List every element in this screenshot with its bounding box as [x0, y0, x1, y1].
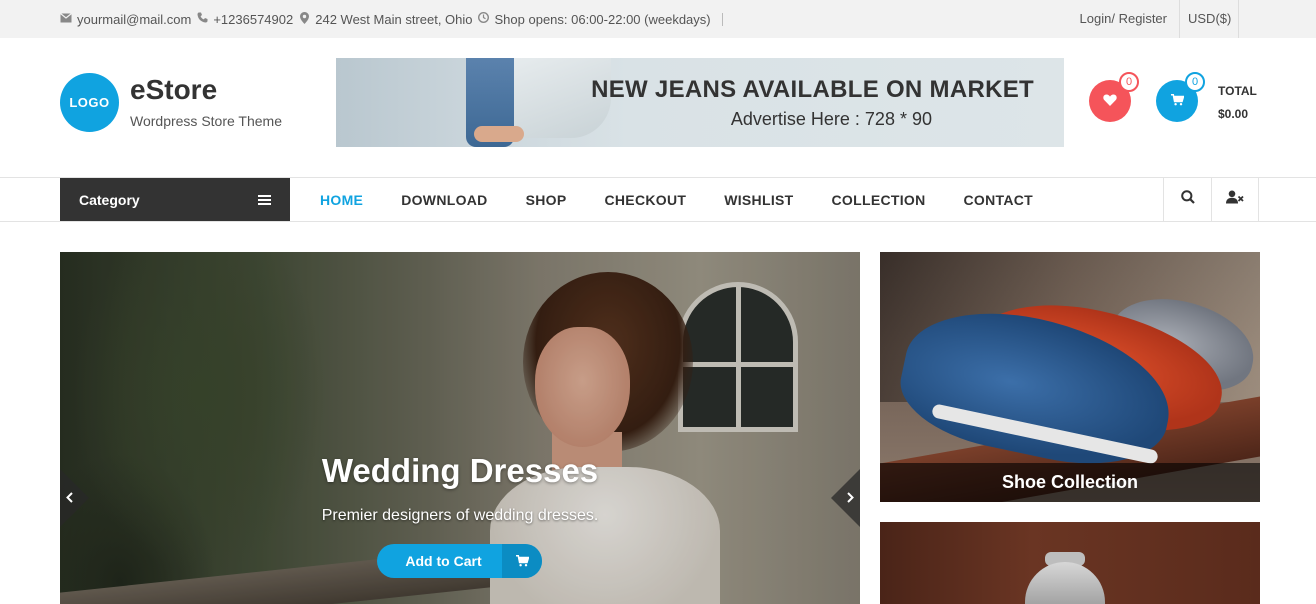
user-account-button[interactable] — [1211, 178, 1259, 221]
banner-title: NEW JEANS AVAILABLE ON MARKET — [591, 76, 1034, 103]
login-register-link[interactable]: Login/ Register — [1068, 0, 1179, 38]
contact-info: yourmail@mail.com +1236574902 242 West M… — [60, 0, 723, 38]
advertisement-banner[interactable]: NEW JEANS AVAILABLE ON MARKET Advertise … — [336, 58, 1064, 147]
cart-total-label: TOTAL — [1218, 84, 1257, 98]
nav-item-collection[interactable]: COLLECTION — [832, 192, 926, 208]
hero-slider[interactable]: Wedding Dresses Premier designers of wed… — [60, 252, 860, 604]
map-marker-icon — [298, 11, 310, 27]
clock-icon — [478, 11, 490, 26]
nav-item-contact[interactable]: CONTACT — [964, 192, 1034, 208]
chevron-left-icon — [66, 490, 73, 506]
add-to-cart-label: Add to Cart — [405, 553, 482, 569]
banner-subtitle: Advertise Here : 728 * 90 — [730, 109, 932, 129]
nav-item-home[interactable]: HOME — [320, 192, 363, 208]
user-x-icon — [1226, 190, 1244, 209]
nav-item-shop[interactable]: SHOP — [526, 192, 567, 208]
nav-tools — [1163, 178, 1259, 221]
main-navigation: Category HOME DOWNLOAD SHOP CHECKOUT WIS… — [0, 177, 1316, 222]
slide-title: Wedding Dresses — [321, 452, 599, 489]
watch-collection-promo[interactable] — [880, 522, 1260, 604]
logo[interactable]: LOGO — [60, 73, 119, 132]
top-bar: yourmail@mail.com +1236574902 242 West M… — [0, 0, 1316, 38]
nav-item-checkout[interactable]: CHECKOUT — [604, 192, 686, 208]
search-icon — [1180, 190, 1195, 209]
divider — [721, 12, 723, 26]
chevron-right-icon — [847, 490, 854, 506]
phone-icon — [196, 12, 208, 26]
cart-icon — [502, 544, 542, 578]
promo-caption: Shoe Collection — [880, 463, 1260, 502]
search-button[interactable] — [1163, 178, 1211, 221]
menu-items: HOME DOWNLOAD SHOP CHECKOUT WISHLIST COL… — [320, 178, 1033, 221]
heart-icon — [1103, 93, 1117, 110]
site-tagline: Wordpress Store Theme — [130, 113, 282, 129]
category-label: Category — [79, 191, 140, 208]
address-text: 242 West Main street, Ohio — [315, 11, 473, 27]
slide-subtitle: Premier designers of wedding dresses. — [321, 507, 599, 524]
cart-total-value: $0.00 — [1218, 107, 1249, 121]
category-menu-button[interactable]: Category — [60, 178, 290, 221]
bars-icon — [258, 193, 271, 207]
hours-text: Shop opens: 06:00-22:00 (weekdays) — [494, 11, 711, 27]
nav-item-download[interactable]: DOWNLOAD — [401, 192, 487, 208]
phone-text[interactable]: +1236574902 — [213, 12, 293, 27]
envelope-icon — [60, 12, 72, 26]
email-text[interactable]: yourmail@mail.com — [77, 12, 191, 27]
site-title[interactable]: eStore — [130, 74, 217, 106]
cart-icon — [1170, 93, 1185, 110]
currency-selector[interactable]: USD($) — [1179, 0, 1239, 38]
watch-image — [1025, 562, 1105, 604]
account-links: Login/ Register USD($) — [1068, 0, 1316, 38]
add-to-cart-button[interactable]: Add to Cart — [377, 544, 542, 578]
shoe-collection-promo[interactable]: Shoe Collection — [880, 252, 1260, 502]
banner-model-image — [396, 58, 611, 147]
wishlist-count-badge: 0 — [1119, 72, 1139, 92]
nav-item-wishlist[interactable]: WISHLIST — [724, 192, 793, 208]
cart-count-badge: 0 — [1185, 72, 1205, 92]
